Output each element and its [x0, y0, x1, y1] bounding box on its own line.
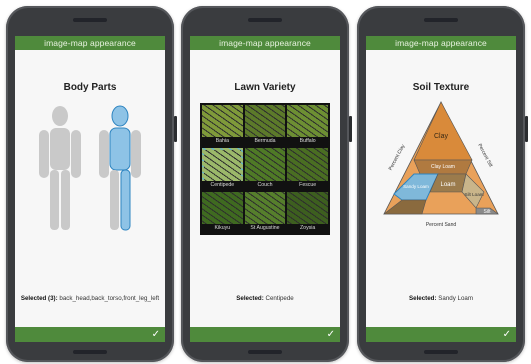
checkmark-icon[interactable]: ✓ [503, 329, 511, 340]
confirm-bar[interactable]: ✓ [190, 327, 340, 342]
back-head[interactable] [111, 105, 129, 127]
grass-caption: Centipede [202, 180, 243, 190]
screen-lawn-variety: image-map appearance Lawn Variety Bahia B… [190, 36, 340, 342]
phone-lawn-variety: image-map appearance Lawn Variety Bahia B… [181, 6, 352, 362]
page-title: Body Parts [63, 82, 117, 93]
label-clay: Clay [434, 133, 449, 140]
grass-swatch [287, 191, 328, 224]
bottom-grill [424, 350, 458, 354]
page-title: Soil Texture [412, 82, 470, 93]
power-button [349, 116, 352, 142]
lawn-option-kikuyu[interactable]: Kikuyu [202, 191, 243, 233]
label-sandy-loam: Sandy Loam [403, 184, 429, 189]
selected-value: Sandy Loam [438, 295, 473, 302]
image-map-lawn: Bahia Bermuda Buffalo Centipede Couch Fescue K… [190, 96, 340, 286]
grass-swatch [244, 148, 286, 181]
speaker-grill [73, 18, 107, 22]
label-loam: Loam [440, 182, 455, 188]
lawn-option-couch[interactable]: Couch [244, 148, 286, 190]
lawn-option-centipede[interactable]: Centipede [202, 148, 243, 190]
grass-swatch [244, 105, 286, 138]
label-clay-loam: Clay Loam [431, 164, 455, 170]
checkmark-icon[interactable]: ✓ [327, 329, 335, 340]
grass-caption: Fescue [287, 180, 328, 190]
lawn-option-bermuda[interactable]: Bermuda [244, 105, 286, 147]
lawn-option-st-augustine[interactable]: St Augustine [244, 191, 286, 233]
axis-percent-silt: Percent Silt [476, 143, 494, 169]
checkmark-icon[interactable]: ✓ [152, 329, 160, 340]
axis-percent-sand: Percent Sand [426, 222, 457, 228]
confirm-bar[interactable]: ✓ [366, 327, 516, 342]
grass-swatch [202, 105, 243, 138]
front-torso[interactable] [50, 128, 70, 170]
image-map-soil: Clay Clay Loam Sandy Loam Loam Silt Loam… [366, 96, 516, 286]
front-leg-right[interactable] [50, 170, 59, 230]
image-map-body [15, 96, 165, 286]
page-title: Lawn Variety [234, 82, 296, 93]
grass-swatch [202, 191, 243, 224]
front-leg-left[interactable] [61, 170, 70, 230]
power-button [525, 116, 528, 142]
selected-label: Selected (3): [20, 295, 58, 302]
back-leg-left[interactable] [110, 170, 119, 230]
front-arm-right[interactable] [39, 130, 49, 178]
phone-body-parts: image-map appearance Body Parts Selected… [6, 6, 177, 362]
soil-triangle: Clay Clay Loam Sandy Loam Loam Silt Loam… [383, 101, 499, 228]
phone-soil-texture: image-map appearance Soil Texture Clay C… [357, 6, 528, 362]
app-header: image-map appearance [15, 36, 165, 50]
confirm-bar[interactable]: ✓ [15, 327, 165, 342]
grass-swatch [244, 191, 286, 224]
selected-value: back_head,back_torso,front_leg_left [59, 295, 160, 302]
grass-swatch [287, 148, 328, 181]
label-silt: Silt [484, 209, 492, 215]
front-figure [39, 106, 81, 230]
back-figure [99, 105, 141, 231]
lawn-option-fescue[interactable]: Fescue [287, 148, 328, 190]
selected-label: Selected: [236, 295, 264, 302]
zone-clay[interactable] [413, 101, 473, 161]
speaker-grill [248, 18, 282, 22]
bottom-grill [248, 350, 282, 354]
body-map [39, 105, 141, 231]
lawn-option-buffalo[interactable]: Buffalo [287, 105, 328, 147]
selection-summary: Selected (3): back_head,back_torso,front… [15, 295, 165, 302]
app-header: image-map appearance [366, 36, 516, 50]
grass-swatch [287, 105, 328, 138]
grass-swatch [202, 148, 243, 181]
bottom-grill [73, 350, 107, 354]
power-button [174, 116, 177, 142]
axis-percent-clay: Percent Clay [388, 143, 407, 172]
lawn-option-zoysia[interactable]: Zoysia [287, 191, 328, 233]
grass-caption: Buffalo [287, 137, 328, 147]
grass-caption: Bermuda [244, 137, 286, 147]
label-silt-loam: Silt Loam [464, 192, 483, 197]
selection-summary: Selected: Centipede [190, 295, 340, 302]
grass-caption: Bahia [202, 137, 243, 147]
grass-caption: Kikuyu [202, 223, 243, 233]
front-leg-left-selected[interactable] [120, 169, 131, 231]
selected-value: Centipede [265, 295, 294, 302]
back-arm-left[interactable] [99, 130, 109, 178]
front-arm-left[interactable] [71, 130, 81, 178]
grass-caption: Zoysia [287, 223, 328, 233]
lawn-option-bahia[interactable]: Bahia [202, 105, 243, 147]
screen-body-parts: image-map appearance Body Parts Selected… [15, 36, 165, 342]
back-arm-right[interactable] [131, 130, 141, 178]
back-torso[interactable] [109, 127, 131, 171]
selection-summary: Selected: Sandy Loam [366, 295, 516, 302]
app-header: image-map appearance [190, 36, 340, 50]
grass-caption: St Augustine [244, 223, 286, 233]
selected-label: Selected: [409, 295, 437, 302]
screenshot-stage: image-map appearance Body Parts Selected… [0, 0, 531, 364]
front-head[interactable] [52, 106, 68, 126]
screen-soil-texture: image-map appearance Soil Texture Clay C… [366, 36, 516, 342]
speaker-grill [424, 18, 458, 22]
grass-caption: Couch [244, 180, 286, 190]
lawn-grid: Bahia Bermuda Buffalo Centipede Couch Fescue K… [200, 103, 330, 235]
